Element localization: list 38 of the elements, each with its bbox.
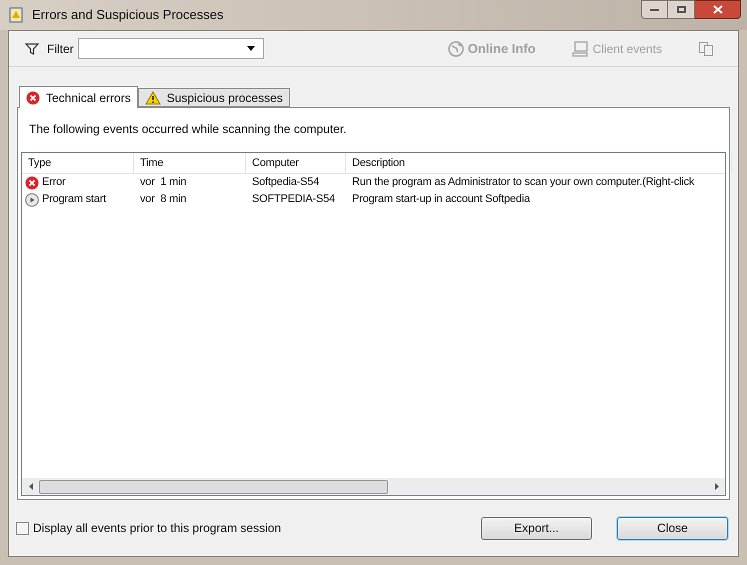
tab[interactable]: Technical errors — [19, 86, 138, 108]
scroll-left-icon — [28, 483, 32, 490]
dialog-button[interactable]: Export... — [481, 516, 592, 540]
minimize-button[interactable] — [641, 0, 668, 19]
table-cell-text: vor 8 min — [140, 192, 186, 208]
play-icon — [25, 192, 39, 206]
scroll-right-icon — [714, 483, 718, 490]
error-icon — [26, 90, 40, 104]
tab[interactable]: Suspicious processes — [138, 88, 290, 107]
filter-icon — [25, 42, 39, 56]
caret-icon — [246, 46, 255, 51]
error-icon — [25, 176, 39, 190]
scrollbar-thumb[interactable] — [39, 480, 388, 494]
column-header[interactable]: Computer — [246, 153, 346, 173]
window-title: Errors and Suspicious Processes — [32, 6, 224, 24]
table-cell-text: Softpedia-S54 — [252, 175, 320, 190]
dialog-button[interactable]: Close — [617, 516, 728, 540]
copy-icon — [698, 40, 714, 56]
app-icon — [8, 7, 24, 23]
table-cell-text: Run the program as Administrator to scan your own computer.(Right-click — [352, 175, 694, 190]
events-checkbox[interactable]: Display all events prior to this program session — [16, 519, 282, 537]
column-header[interactable]: Time — [134, 153, 246, 173]
warning-icon — [144, 90, 161, 104]
filter-dropdown[interactable] — [78, 38, 264, 59]
table-cell-text: SOFTPEDIA-S54 — [252, 192, 335, 208]
close-button[interactable] — [695, 0, 741, 19]
filter-label: Filter — [47, 40, 74, 58]
column-header[interactable]: Description — [346, 153, 732, 173]
close-icon — [712, 5, 722, 14]
table-cell-text: Program start-up in account Softpedia — [352, 192, 530, 208]
maximize-button[interactable] — [668, 0, 695, 19]
horizontal-scrollbar[interactable] — [22, 478, 725, 495]
table-cell-text: Error — [42, 175, 66, 190]
table-cell-text: Program start — [42, 192, 106, 208]
computer-icon — [572, 40, 589, 56]
intro-text: The following events occurred while scanning the computer. — [28, 121, 348, 138]
table-cell-text: vor 1 min — [140, 175, 186, 190]
column-header[interactable]: Type — [22, 153, 134, 173]
